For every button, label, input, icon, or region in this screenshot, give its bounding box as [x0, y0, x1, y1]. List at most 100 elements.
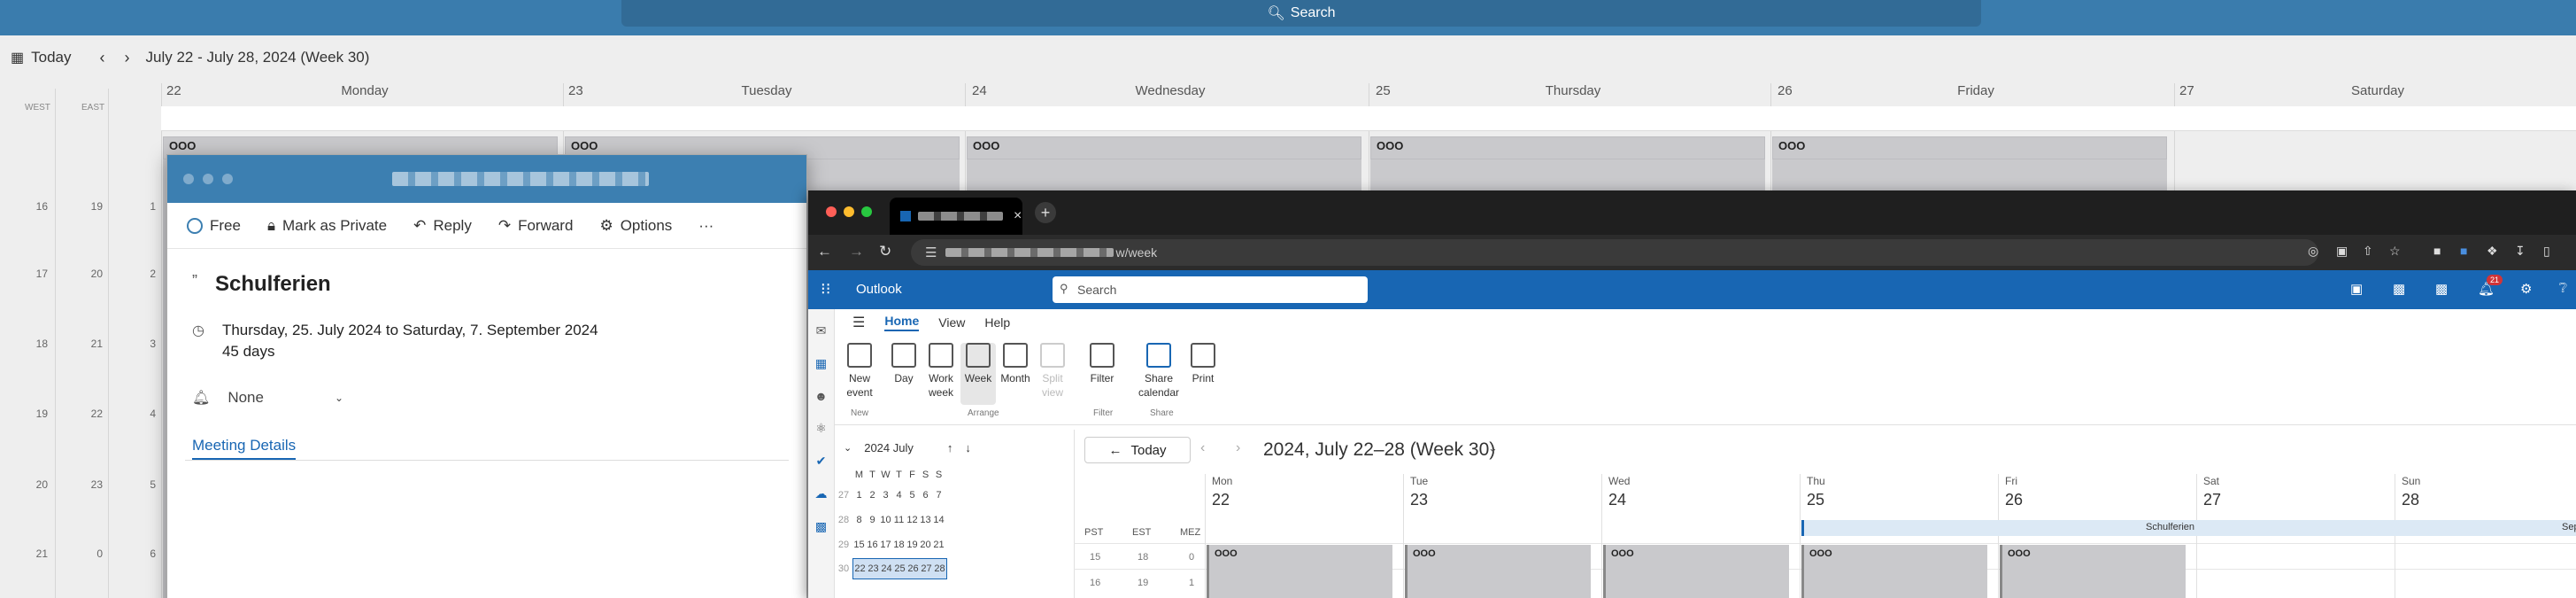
- new-event-button[interactable]: New event: [842, 343, 877, 400]
- minical-day[interactable]: 4: [892, 490, 906, 501]
- week-view-button[interactable]: Week: [960, 343, 996, 405]
- app-name[interactable]: Outlook: [856, 282, 902, 297]
- tab-view[interactable]: View: [938, 315, 965, 330]
- minical-day[interactable]: 2: [866, 490, 879, 501]
- browser-zoom-button[interactable]: [861, 206, 872, 217]
- outlook-app-icon[interactable]: ▩: [808, 519, 834, 534]
- minical-day[interactable]: 7: [932, 490, 945, 501]
- url-field[interactable]: ☰ w/week: [911, 239, 2318, 266]
- share-calendar-button[interactable]: Share calendar: [1134, 343, 1184, 400]
- free-button[interactable]: Free: [187, 217, 241, 235]
- share-icon[interactable]: ⇧: [2363, 244, 2373, 259]
- col-day-number[interactable]: 22: [1212, 491, 1230, 509]
- ooo-event[interactable]: OOO: [1801, 545, 1987, 598]
- people-icon[interactable]: ☻: [808, 389, 834, 403]
- minical-day[interactable]: 6: [919, 490, 932, 501]
- print-button[interactable]: Print: [1185, 343, 1221, 385]
- translate-icon[interactable]: ■: [2460, 244, 2467, 258]
- app-launcher-icon[interactable]: ⁝⁝: [821, 280, 830, 299]
- minical-day[interactable]: 27: [920, 563, 933, 574]
- outlook-search-input[interactable]: ⚲ Search: [1053, 276, 1368, 303]
- minical-day[interactable]: 28: [933, 563, 946, 574]
- bg-today-button[interactable]: Today: [31, 49, 71, 66]
- ooo-event[interactable]: OOO: [1603, 545, 1789, 598]
- minical-day[interactable]: 18: [892, 540, 906, 550]
- prev-week-icon[interactable]: ‹: [1200, 440, 1205, 456]
- onedrive-icon[interactable]: ☁: [808, 486, 834, 501]
- help-icon[interactable]: ❔︎: [2559, 281, 2567, 296]
- back-arrow-icon[interactable]: ←: [817, 243, 832, 260]
- new-tab-icon[interactable]: +: [1035, 202, 1056, 223]
- options-button[interactable]: ⚙︎ Options: [599, 217, 672, 235]
- minical-day[interactable]: 23: [867, 563, 880, 574]
- calendar-range-title[interactable]: 2024, July 22–28 (Week 30): [1263, 439, 1495, 461]
- minical-day[interactable]: 25: [893, 563, 906, 574]
- today-button[interactable]: ← Today: [1084, 437, 1191, 463]
- col-day-number[interactable]: 28: [2402, 491, 2419, 509]
- chevron-left-icon[interactable]: ‹: [100, 49, 105, 67]
- minical-day[interactable]: 1: [852, 490, 866, 501]
- browser-close-button[interactable]: [826, 206, 837, 217]
- event-window-titlebar[interactable]: [167, 155, 806, 203]
- ooo-event[interactable]: OOO: [2000, 545, 2186, 598]
- minical-day[interactable]: 14: [932, 515, 945, 525]
- collapse-chevron-icon[interactable]: ⌄: [844, 442, 852, 454]
- allday-event-schulferien[interactable]: Schulferien Sep: [1801, 520, 2576, 536]
- day-view-button[interactable]: Day: [886, 343, 922, 385]
- mail-icon[interactable]: ✉: [808, 323, 834, 338]
- hamburger-icon[interactable]: ☰: [852, 314, 865, 331]
- global-search[interactable]: 🔍︎ Search: [621, 0, 1981, 27]
- zoom-window-button[interactable]: [222, 174, 233, 184]
- month-view-button[interactable]: Month: [998, 343, 1033, 385]
- browser-minimize-button[interactable]: [844, 206, 854, 217]
- minical-day[interactable]: 20: [919, 540, 932, 550]
- chevron-right-icon[interactable]: ›: [125, 49, 130, 67]
- minical-day[interactable]: 9: [866, 515, 879, 525]
- minical-day[interactable]: 15: [852, 540, 866, 550]
- col-day-number[interactable]: 25: [1807, 491, 1824, 509]
- work-week-button[interactable]: Work week: [923, 343, 959, 400]
- minical-day[interactable]: 19: [906, 540, 919, 550]
- ooo-event[interactable]: OOO: [1370, 136, 1765, 159]
- extension-icon[interactable]: ■: [2433, 244, 2441, 258]
- ooo-event[interactable]: OOO: [967, 136, 1361, 159]
- minical-day[interactable]: 26: [906, 563, 920, 574]
- arrow-up-icon[interactable]: ↑: [947, 441, 953, 454]
- minical-day[interactable]: 24: [880, 563, 893, 574]
- mark-private-button[interactable]: 🔒︎ Mark as Private: [267, 217, 387, 235]
- chevron-down-icon[interactable]: ⌄: [1488, 441, 1498, 455]
- outlook-icon[interactable]: ▩: [2393, 281, 2405, 297]
- eye-icon[interactable]: ◎: [2308, 244, 2318, 259]
- minimize-window-button[interactable]: [203, 174, 213, 184]
- groups-icon[interactable]: ⚛: [808, 421, 834, 436]
- minical-day[interactable]: 11: [892, 515, 906, 525]
- minical-day[interactable]: 22: [853, 563, 867, 574]
- ooo-event[interactable]: OOO: [1772, 136, 2167, 159]
- col-day-number[interactable]: 27: [2203, 491, 2221, 509]
- ooo-event[interactable]: OOO: [1405, 545, 1591, 598]
- col-day-number[interactable]: 23: [1410, 491, 1428, 509]
- tab-close-icon[interactable]: ×: [1014, 208, 1022, 224]
- col-day-number[interactable]: 26: [2005, 491, 2023, 509]
- split-view-button[interactable]: Split view: [1035, 343, 1070, 400]
- tab-meeting-details[interactable]: Meeting Details: [192, 437, 297, 460]
- reply-button[interactable]: ↶ Reply: [413, 217, 472, 235]
- meet-now-icon[interactable]: ▣: [2350, 281, 2363, 297]
- col-day-number[interactable]: 24: [1608, 491, 1626, 509]
- next-week-icon[interactable]: ›: [1236, 440, 1240, 456]
- minical-day[interactable]: 12: [906, 515, 919, 525]
- minical-day[interactable]: 5: [906, 490, 919, 501]
- reminder-select[interactable]: None ⌄: [228, 389, 343, 407]
- calendar-icon[interactable]: ▦: [808, 356, 834, 371]
- reload-icon[interactable]: ↻: [879, 243, 891, 260]
- minical-day[interactable]: 3: [879, 490, 892, 501]
- install-icon[interactable]: ▣: [2336, 244, 2348, 259]
- close-window-button[interactable]: [183, 174, 194, 184]
- minical-day[interactable]: 8: [852, 515, 866, 525]
- minical-day[interactable]: 17: [879, 540, 892, 550]
- forward-arrow-icon[interactable]: →: [849, 243, 864, 260]
- todo-icon[interactable]: ✔: [808, 454, 834, 469]
- browser-tab-active[interactable]: ×: [890, 198, 1022, 235]
- gear-icon[interactable]: ⚙︎: [2520, 281, 2532, 297]
- arrow-down-icon[interactable]: ↓: [965, 441, 971, 454]
